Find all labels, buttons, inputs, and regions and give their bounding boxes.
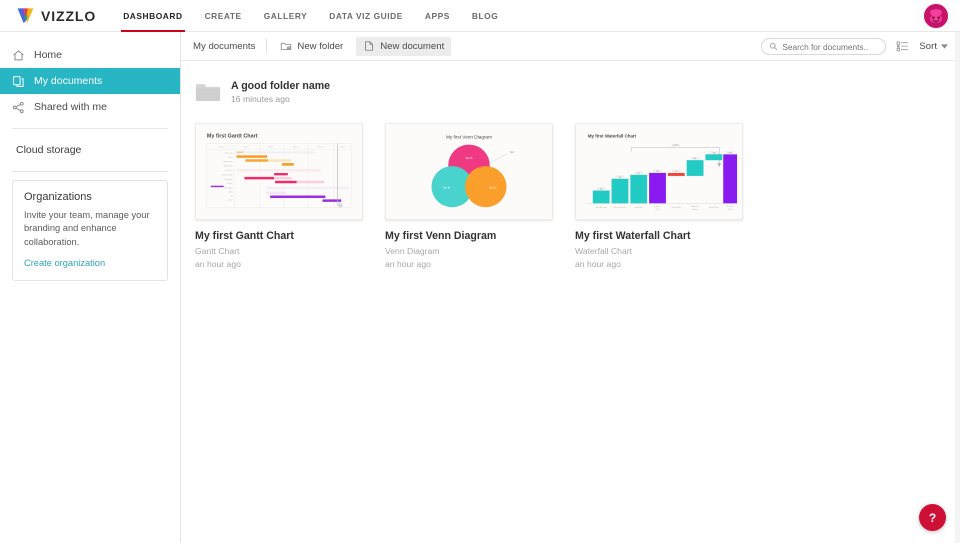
toolbar-divider: [266, 39, 267, 53]
new-document-button[interactable]: New document: [356, 37, 451, 56]
toolbar-right-group: Sort: [761, 32, 948, 61]
search-input[interactable]: [782, 42, 878, 52]
breadcrumb[interactable]: My documents: [193, 41, 266, 52]
create-organization-link[interactable]: Create organization: [24, 258, 156, 268]
sidebar-item-cloud-storage[interactable]: Cloud storage: [0, 137, 180, 163]
document-card-venn[interactable]: My first Venn Diagram Set A Set B Set C …: [385, 123, 553, 269]
list-view-icon[interactable]: [896, 40, 909, 53]
organizations-card: Organizations Invite your team, manage y…: [12, 180, 168, 281]
nav-item-blog[interactable]: BLOG: [461, 0, 509, 32]
svg-text:Q1 19: Q1 19: [655, 209, 660, 211]
share-nodes-icon: [12, 101, 25, 114]
sort-label: Sort: [919, 41, 937, 52]
user-avatar-icon: [924, 4, 948, 28]
sidebar-item-my-documents[interactable]: My documents: [0, 68, 180, 94]
svg-text:Week 1: Week 1: [219, 147, 225, 149]
search-box[interactable]: [761, 38, 886, 55]
main-content: My documents New folder New document: [181, 32, 960, 543]
documents-toolbar: My documents New folder New document: [181, 32, 960, 61]
svg-text:Revenue: Revenue: [692, 209, 699, 211]
organizations-title: Organizations: [24, 191, 156, 203]
folder-item[interactable]: A good folder name 16 minutes ago: [195, 75, 495, 109]
sidebar-item-shared-with-me[interactable]: Shared with me: [0, 94, 180, 120]
brand-logo[interactable]: VIZZLO: [16, 6, 96, 25]
svg-text:Set C: Set C: [489, 186, 497, 190]
sidebar-divider-2: [12, 171, 168, 172]
document-card-waterfall[interactable]: My first Waterfall Chart +120%: [575, 123, 743, 269]
sidebar-item-home[interactable]: Home: [0, 42, 180, 68]
top-nav-items: DASHBOARD CREATE GALLERY DATA VIZ GUIDE …: [112, 0, 509, 32]
document-card-grid: My first Gantt Chart Week 1 Week 2 Week 3…: [195, 123, 960, 269]
nav-item-dashboard[interactable]: DASHBOARD: [112, 0, 193, 32]
top-navigation-bar: VIZZLO DASHBOARD CREATE GALLERY DATA VIZ…: [0, 0, 960, 32]
folder-icon: [195, 82, 221, 103]
document-title: My first Venn Diagram: [385, 230, 553, 242]
new-document-icon: [363, 40, 375, 52]
document-type: Waterfall Chart: [575, 246, 743, 256]
new-folder-button[interactable]: New folder: [273, 37, 350, 56]
svg-text:My first Waterfall Chart: My first Waterfall Chart: [588, 134, 637, 139]
page-scrollbar[interactable]: [955, 32, 960, 543]
document-title: My first Gantt Chart: [195, 230, 363, 242]
sidebar-item-label-home: Home: [34, 49, 62, 61]
document-title: My first Waterfall Chart: [575, 230, 743, 242]
svg-text:Upsell Rev: Upsell Rev: [635, 207, 643, 209]
document-type: Gantt Chart: [195, 246, 363, 256]
new-document-label: New document: [380, 41, 444, 52]
sidebar: Home My documents Shared with me Cloud s…: [0, 32, 181, 543]
new-folder-label: New folder: [297, 41, 343, 52]
question-mark-icon: ?: [929, 511, 936, 525]
brand-name: VIZZLO: [41, 8, 96, 24]
nav-item-gallery[interactable]: GALLERY: [253, 0, 319, 32]
svg-text:Week 5: Week 5: [318, 147, 324, 149]
help-button[interactable]: ?: [919, 504, 946, 531]
nav-item-create[interactable]: CREATE: [194, 0, 253, 32]
sort-button[interactable]: Sort: [919, 41, 948, 52]
document-modified: an hour ago: [575, 259, 743, 269]
gantt-chart-preview: My first Gantt Chart Week 1 Week 2 Week 3…: [196, 124, 362, 219]
svg-text:Text: Text: [510, 151, 515, 154]
svg-text:My first Venn Diagram: My first Venn Diagram: [446, 135, 492, 140]
document-type: Venn Diagram: [385, 246, 553, 256]
svg-text:Set B: Set B: [443, 186, 450, 190]
svg-text:Week 6: Week 6: [340, 147, 346, 149]
document-thumbnail-gantt[interactable]: My first Gantt Chart Week 1 Week 2 Week 3…: [195, 123, 363, 220]
chevron-down-icon: [941, 41, 948, 52]
sidebar-item-label-shared-with-me: Shared with me: [34, 101, 107, 113]
svg-text:Churned Rev: Churned Rev: [671, 207, 681, 209]
sidebar-item-label-cloud-storage: Cloud storage: [16, 144, 81, 156]
svg-text:Set A: Set A: [465, 156, 472, 160]
sidebar-item-label-my-documents: My documents: [34, 75, 102, 87]
folder-modified: 16 minutes ago: [231, 94, 330, 104]
nav-item-apps[interactable]: APPS: [414, 0, 461, 32]
svg-text:Week 4: Week 4: [293, 147, 299, 149]
document-modified: an hour ago: [195, 259, 363, 269]
svg-text:+120%: +120%: [671, 144, 680, 147]
document-modified: an hour ago: [385, 259, 553, 269]
document-thumbnail-venn[interactable]: My first Venn Diagram Set A Set B Set C …: [385, 123, 553, 220]
avatar[interactable]: [924, 4, 948, 28]
waterfall-chart-preview: My first Waterfall Chart +120%: [576, 124, 742, 219]
documents-area: A good folder name 16 minutes ago My fir…: [181, 61, 960, 269]
new-folder-icon: [280, 40, 292, 52]
nav-item-data-viz-guide[interactable]: DATA VIZ GUIDE: [318, 0, 414, 32]
svg-text:Revenue: Revenue: [727, 206, 734, 208]
sidebar-divider-1: [12, 128, 168, 129]
svg-text:Week 3: Week 3: [268, 147, 274, 149]
svg-text:Q4 19: Q4 19: [728, 209, 733, 211]
document-thumbnail-waterfall[interactable]: My first Waterfall Chart +120%: [575, 123, 743, 220]
document-card-gantt[interactable]: My first Gantt Chart Week 1 Week 2 Week 3…: [195, 123, 363, 269]
venn-diagram-preview: My first Venn Diagram Set A Set B Set C …: [386, 124, 552, 219]
folder-name: A good folder name: [231, 80, 330, 92]
organizations-description: Invite your team, manage your branding a…: [24, 209, 156, 249]
vizzlo-v-logo-icon: [16, 6, 35, 25]
svg-text:My first Gantt Chart: My first Gantt Chart: [207, 134, 258, 140]
svg-text:Week 2: Week 2: [243, 147, 249, 149]
documents-icon: [12, 75, 25, 88]
search-icon: [769, 38, 778, 56]
home-icon: [12, 49, 25, 62]
